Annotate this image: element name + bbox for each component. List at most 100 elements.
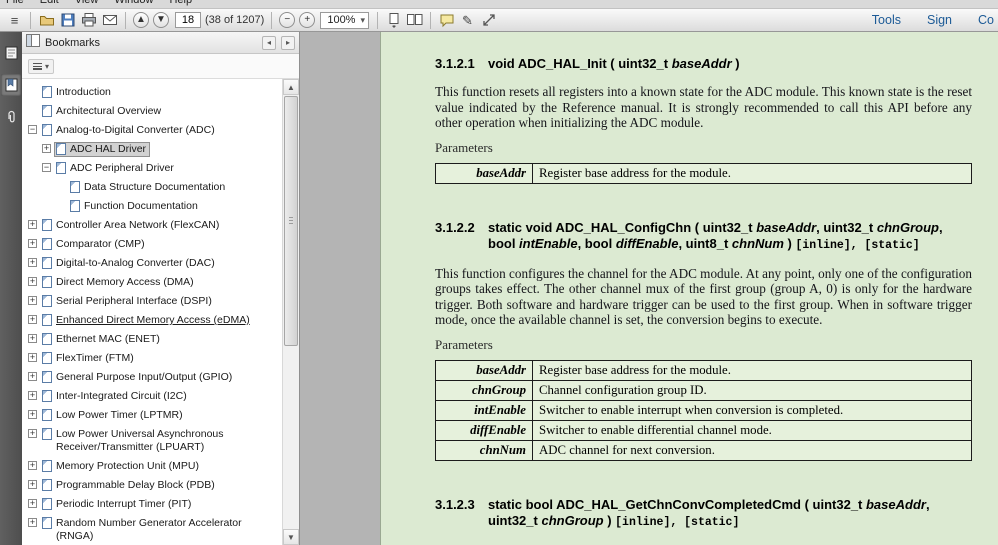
bookmark-item[interactable]: Comparator (CMP) [22,235,282,254]
print-icon[interactable] [78,11,99,30]
fullscreen-icon[interactable] [478,11,499,30]
expand-toggle-icon[interactable] [56,201,65,210]
sign-pen-icon[interactable]: ✎ [457,11,478,30]
expand-toggle-icon[interactable] [28,499,37,508]
expand-toggle-icon[interactable] [28,277,37,286]
expand-toggle-icon[interactable] [28,372,37,381]
bookmark-inner[interactable]: Ethernet MAC (ENET) [40,332,164,347]
comment-bubble-icon[interactable] [436,11,457,30]
panel-toggle-button[interactable]: Sign [927,13,952,27]
expand-toggle-icon[interactable] [28,461,37,470]
bookmark-item[interactable]: Direct Memory Access (DMA) [22,273,282,292]
bookmark-item[interactable]: ADC HAL Driver [22,140,282,159]
expand-toggle-icon[interactable] [42,163,51,172]
menu-item[interactable]: View [75,0,99,6]
bookmark-item[interactable]: Periodic Interrupt Timer (PIT) [22,495,282,514]
bookmark-inner[interactable]: Architectural Overview [40,104,165,119]
scrollbar-thumb[interactable] [284,96,298,346]
bookmark-item[interactable]: Low Power Universal Asynchronous Receive… [22,425,282,457]
page-thumbnails-icon[interactable] [1,42,21,64]
panel-toggle-button[interactable]: Tools [872,13,901,27]
bookmark-item[interactable]: Digital-to-Analog Converter (DAC) [22,254,282,273]
bookmark-inner[interactable]: Serial Peripheral Interface (DSPI) [40,294,216,309]
expand-toggle-icon[interactable] [28,429,37,438]
bookmark-inner[interactable]: Programmable Delay Block (PDB) [40,478,219,493]
bookmark-inner[interactable]: Digital-to-Analog Converter (DAC) [40,256,219,271]
expand-toggle-icon[interactable] [28,353,37,362]
bookmark-item[interactable]: Function Documentation [22,197,282,216]
expand-toggle-icon[interactable] [56,182,65,191]
bookmark-item[interactable]: Inter-Integrated Circuit (I2C) [22,387,282,406]
bookmark-inner[interactable]: ADC HAL Driver [54,142,151,157]
email-icon[interactable] [99,11,120,30]
attachments-icon[interactable] [1,106,21,128]
expand-toggle-icon[interactable] [28,87,37,96]
bookmark-item[interactable]: Data Structure Documentation [22,178,282,197]
bookmark-inner[interactable]: Direct Memory Access (DMA) [40,275,198,290]
page-number-input[interactable] [175,12,201,28]
menu-icon[interactable]: ≡ [4,11,25,30]
bookmark-item[interactable]: Controller Area Network (FlexCAN) [22,216,282,235]
bookmark-inner[interactable]: Inter-Integrated Circuit (I2C) [40,389,191,404]
expand-toggle-icon[interactable] [28,315,37,324]
bookmark-inner[interactable]: Enhanced Direct Memory Access (eDMA) [40,313,254,328]
expand-toggle-icon[interactable] [28,480,37,489]
bookmark-item[interactable]: Programmable Delay Block (PDB) [22,476,282,495]
expand-toggle-icon[interactable] [28,258,37,267]
zoom-out-icon[interactable]: − [279,12,296,28]
expand-toggle-icon[interactable] [28,220,37,229]
save-icon[interactable] [57,11,78,30]
bookmark-item[interactable]: Low Power Timer (LPTMR) [22,406,282,425]
bookmark-inner[interactable]: Memory Protection Unit (MPU) [40,459,203,474]
panel-collapse-icon[interactable]: ◂ [262,35,276,50]
bookmark-item[interactable]: Analog-to-Digital Converter (ADC) [22,121,282,140]
next-page-icon[interactable]: ▼ [153,12,169,28]
bookmark-inner[interactable]: Analog-to-Digital Converter (ADC) [40,123,219,138]
menu-item[interactable]: Window [114,0,153,6]
bookmark-inner[interactable]: Random Number Generator Accelerator (RNG… [40,516,280,544]
panel-expand-icon[interactable]: ▸ [281,35,295,50]
expand-toggle-icon[interactable] [28,106,37,115]
expand-toggle-icon[interactable] [42,144,51,153]
bookmark-item[interactable]: Serial Peripheral Interface (DSPI) [22,292,282,311]
previous-page-icon[interactable]: ▲ [133,12,149,28]
options-menu-button[interactable]: ▾ [28,58,55,74]
zoom-level-select[interactable]: 100% ▾ [320,11,369,29]
menu-item[interactable]: File [6,0,24,6]
bookmark-item[interactable]: Introduction [22,83,282,102]
two-page-view-icon[interactable] [404,11,425,30]
expand-toggle-icon[interactable] [28,334,37,343]
bookmark-item[interactable]: Memory Protection Unit (MPU) [22,457,282,476]
bookmark-inner[interactable]: Introduction [40,85,115,100]
bookmarks-scrollbar[interactable]: ▲ ▼ [282,79,299,545]
zoom-in-icon[interactable]: + [299,12,316,28]
bookmark-inner[interactable]: Low Power Timer (LPTMR) [40,408,187,423]
panel-toggle-button[interactable]: Co [978,13,994,27]
bookmark-item[interactable]: FlexTimer (FTM) [22,349,282,368]
bookmark-inner[interactable]: Function Documentation [68,199,202,214]
bookmark-inner[interactable]: Periodic Interrupt Timer (PIT) [40,497,195,512]
bookmark-inner[interactable]: Low Power Universal Asynchronous Receive… [40,427,280,455]
bookmark-inner[interactable]: Data Structure Documentation [68,180,229,195]
bookmark-inner[interactable]: ADC Peripheral Driver [54,161,178,176]
bookmark-item[interactable]: Enhanced Direct Memory Access (eDMA) [22,311,282,330]
bookmark-item[interactable]: General Purpose Input/Output (GPIO) [22,368,282,387]
bookmark-item[interactable]: ADC Peripheral Driver [22,159,282,178]
menu-item[interactable]: Edit [40,0,59,6]
expand-toggle-icon[interactable] [28,125,37,134]
bookmarks-nav-icon[interactable] [1,74,21,96]
bookmark-item[interactable]: Random Number Generator Accelerator (RNG… [22,514,282,545]
bookmark-item[interactable]: Ethernet MAC (ENET) [22,330,282,349]
scroll-up-icon[interactable]: ▲ [283,79,299,95]
bookmark-item[interactable]: Architectural Overview [22,102,282,121]
scrolling-mode-icon[interactable] [383,11,404,30]
bookmark-inner[interactable]: Controller Area Network (FlexCAN) [40,218,223,233]
expand-toggle-icon[interactable] [28,391,37,400]
open-file-icon[interactable] [36,11,57,30]
expand-toggle-icon[interactable] [28,410,37,419]
bookmark-inner[interactable]: Comparator (CMP) [40,237,149,252]
expand-toggle-icon[interactable] [28,296,37,305]
expand-toggle-icon[interactable] [28,239,37,248]
expand-toggle-icon[interactable] [28,518,37,527]
menu-item[interactable]: Help [169,0,192,6]
